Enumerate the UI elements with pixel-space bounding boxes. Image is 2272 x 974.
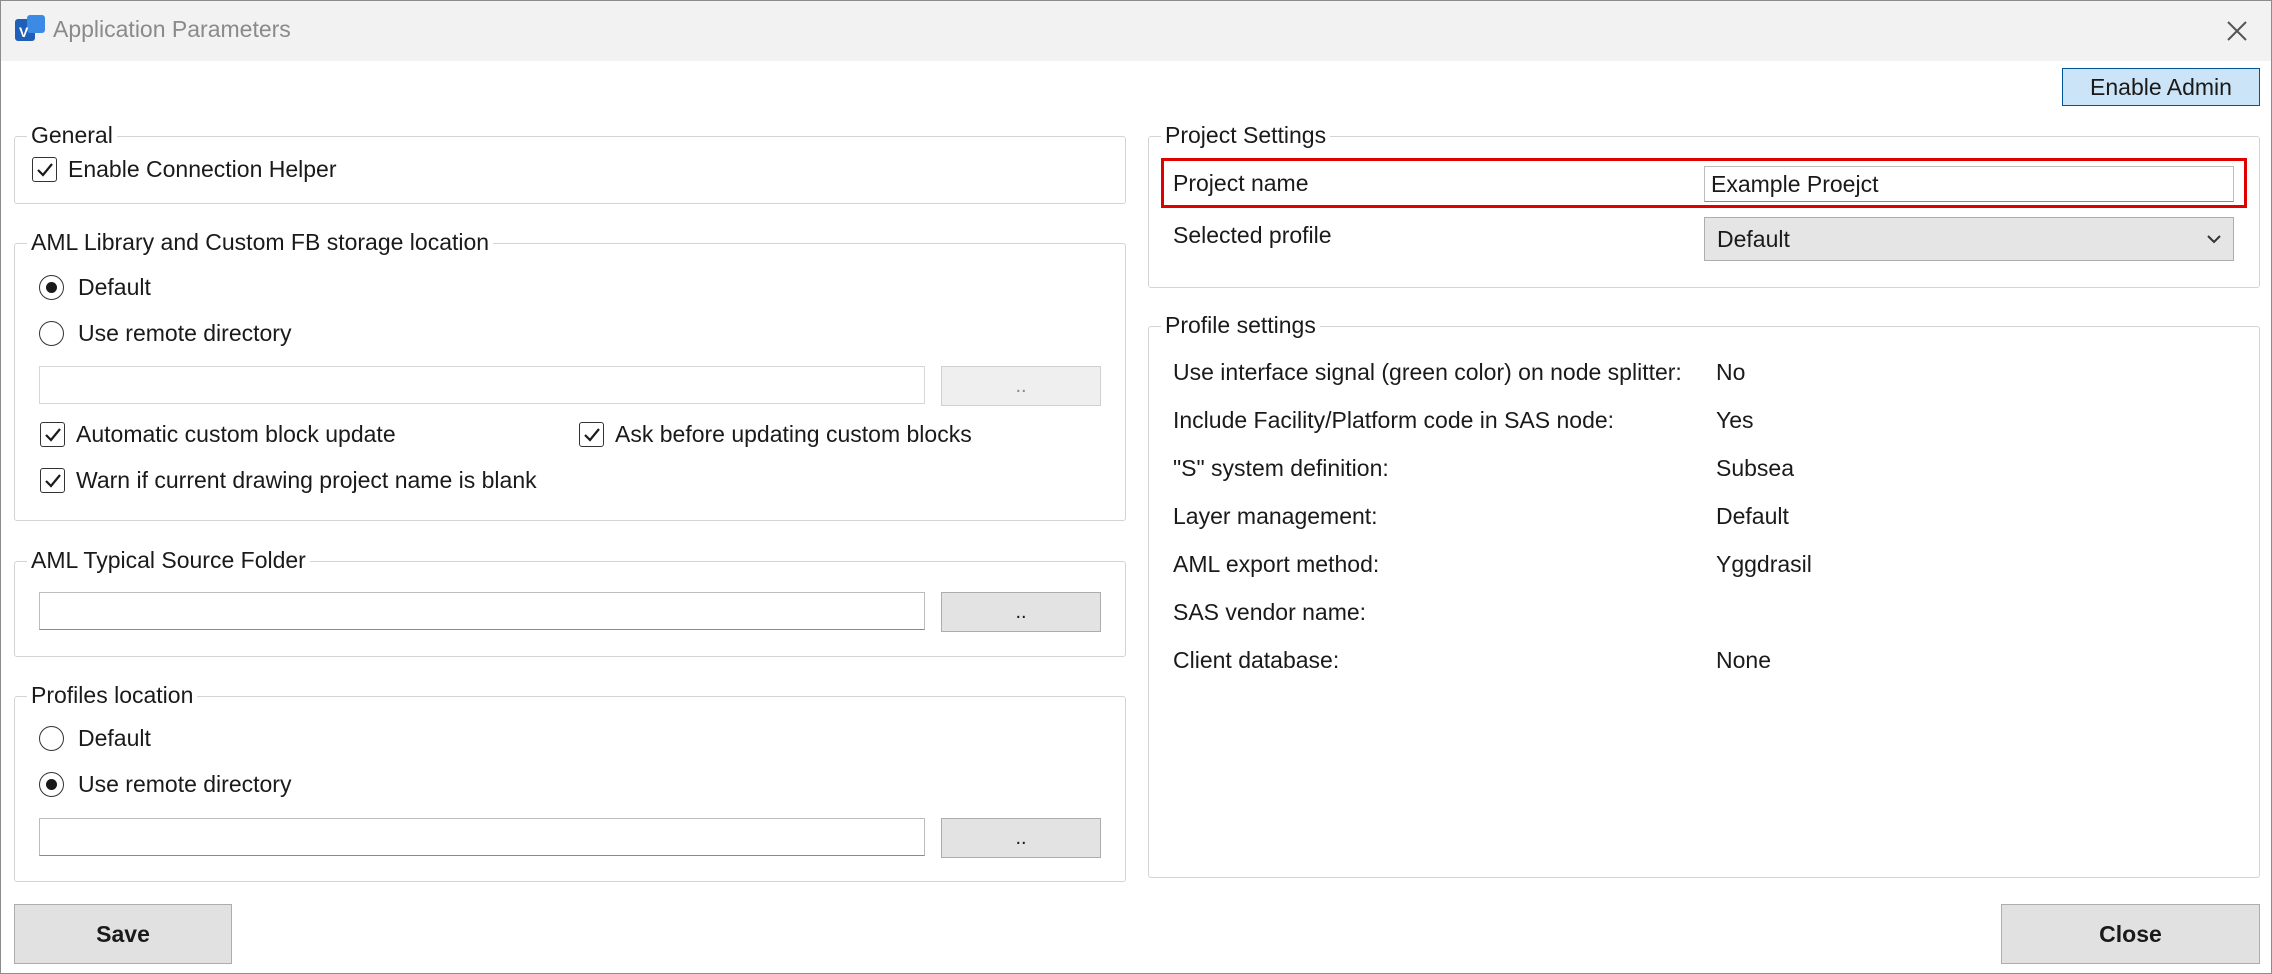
- profile-setting-value: No: [1716, 359, 1746, 385]
- profiles-location-group: Profiles location Default Use remote dir…: [14, 679, 1126, 882]
- aml-library-path-input[interactable]: [39, 366, 925, 404]
- profile-setting-value: Yggdrasil: [1716, 551, 1812, 577]
- aml-library-browse-button[interactable]: ..: [941, 366, 1101, 406]
- chevron-down-icon: [2207, 235, 2221, 244]
- aml-typical-path-input[interactable]: [39, 592, 925, 630]
- window-title: Application Parameters: [53, 16, 291, 42]
- enable-admin-button[interactable]: Enable Admin: [2062, 68, 2260, 106]
- application-parameters-window: V Application Parameters Enable Admin Ge…: [0, 0, 2272, 974]
- checkbox-label: Warn if current drawing project name is …: [76, 467, 537, 493]
- close-icon[interactable]: [2221, 15, 2253, 47]
- profile-setting-value: None: [1716, 647, 1771, 673]
- checkmark-icon: [36, 162, 53, 177]
- radio-label: Default: [78, 725, 151, 751]
- profiles-default-radio[interactable]: Default: [39, 725, 151, 752]
- close-button[interactable]: Close: [2001, 904, 2260, 964]
- project-settings-legend: Project Settings: [1161, 119, 1331, 151]
- profile-setting-label: Client database:: [1173, 647, 1340, 673]
- profiles-path-input[interactable]: [39, 818, 925, 856]
- checkbox-label: Enable Connection Helper: [68, 156, 337, 182]
- profile-setting-value: Yes: [1716, 407, 1754, 433]
- warn-blank-project-name-checkbox[interactable]: Warn if current drawing project name is …: [40, 467, 537, 494]
- profile-setting-label: Use interface signal (green color) on no…: [1173, 359, 1682, 385]
- general-legend: General: [27, 119, 117, 151]
- checkbox-box[interactable]: [32, 157, 57, 182]
- project-name-label: Project name: [1173, 170, 1309, 196]
- general-group: General Enable Connection Helper: [14, 119, 1126, 204]
- aml-typical-legend: AML Typical Source Folder: [27, 544, 310, 576]
- aml-typical-source-group: AML Typical Source Folder ..: [14, 544, 1126, 657]
- profile-settings-legend: Profile settings: [1161, 309, 1320, 341]
- aml-library-default-radio[interactable]: Default: [39, 274, 151, 301]
- radio-label: Default: [78, 274, 151, 300]
- radio-label: Use remote directory: [78, 771, 292, 797]
- checkbox-label: Ask before updating custom blocks: [615, 421, 972, 447]
- radio-button[interactable]: [39, 275, 64, 300]
- checkbox-box[interactable]: [40, 422, 65, 447]
- selected-profile-label: Selected profile: [1173, 222, 1332, 248]
- selected-profile-value: Default: [1717, 225, 1790, 252]
- aml-library-legend: AML Library and Custom FB storage locati…: [27, 226, 494, 258]
- profile-setting-value: Subsea: [1716, 455, 1795, 481]
- checkbox-label: Automatic custom block update: [76, 421, 396, 447]
- radio-button[interactable]: [39, 726, 64, 751]
- profile-setting-label: Include Facility/Platform code in SAS no…: [1173, 407, 1615, 433]
- radio-button[interactable]: [39, 772, 64, 797]
- aml-library-remote-radio[interactable]: Use remote directory: [39, 320, 291, 347]
- checkmark-icon: [583, 427, 600, 442]
- radio-button[interactable]: [39, 321, 64, 346]
- profile-setting-label: Layer management:: [1173, 503, 1378, 529]
- profiles-browse-button[interactable]: ..: [941, 818, 1101, 858]
- enable-connection-helper-checkbox[interactable]: Enable Connection Helper: [32, 156, 337, 183]
- checkbox-box[interactable]: [579, 422, 604, 447]
- profile-setting-value: Default: [1716, 503, 1789, 529]
- checkmark-icon: [44, 473, 61, 488]
- svg-text:V: V: [19, 24, 29, 40]
- project-name-input[interactable]: Example Proejct: [1704, 166, 2234, 202]
- profiles-location-legend: Profiles location: [27, 679, 198, 711]
- aml-library-group: AML Library and Custom FB storage locati…: [14, 226, 1126, 521]
- checkmark-icon: [44, 427, 61, 442]
- project-name-value: Example Proejct: [1711, 170, 1879, 197]
- auto-custom-block-update-checkbox[interactable]: Automatic custom block update: [40, 421, 396, 448]
- ask-before-updating-checkbox[interactable]: Ask before updating custom blocks: [579, 421, 972, 448]
- checkbox-box[interactable]: [40, 468, 65, 493]
- profile-setting-label: SAS vendor name:: [1173, 599, 1367, 625]
- selected-profile-dropdown[interactable]: Default: [1704, 217, 2234, 261]
- profile-setting-label: AML export method:: [1173, 551, 1380, 577]
- title-bar: V Application Parameters: [1, 1, 2271, 61]
- profiles-remote-radio[interactable]: Use remote directory: [39, 771, 291, 798]
- save-button[interactable]: Save: [14, 904, 232, 964]
- aml-typical-browse-button[interactable]: ..: [941, 592, 1101, 632]
- app-logo-icon: V: [15, 15, 45, 41]
- radio-label: Use remote directory: [78, 320, 292, 346]
- profile-setting-label: "S" system definition:: [1173, 455, 1389, 481]
